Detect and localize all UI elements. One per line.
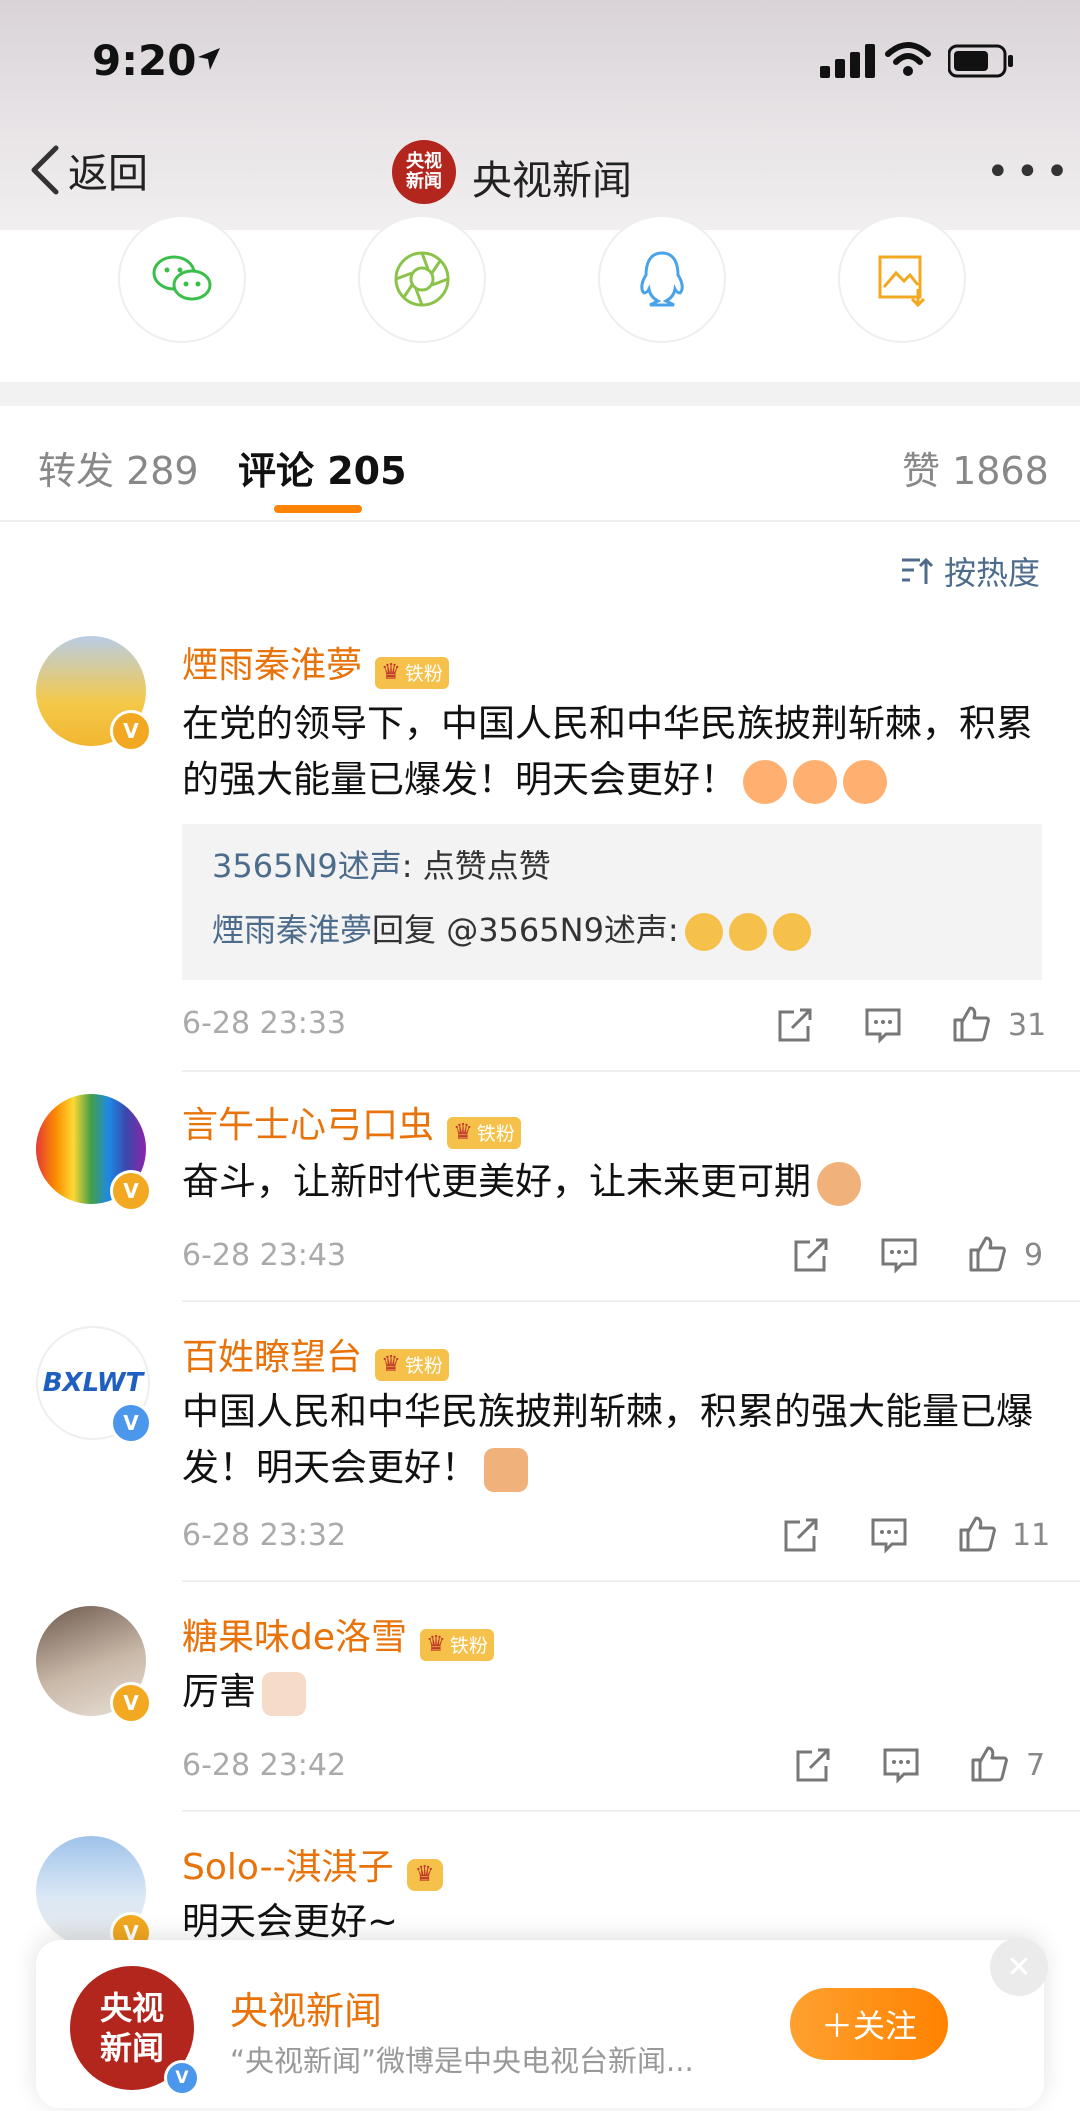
reply-box[interactable]: 3565N9述声: 点赞点赞 煙雨秦淮夢回复 @3565N9述声: — [182, 824, 1042, 980]
emoji-icon — [793, 759, 837, 804]
banner-avatar-text: 央视 新闻 — [99, 1989, 164, 2067]
nav-avatar-text: 央视 新闻 — [406, 151, 442, 192]
comment-divider — [182, 1300, 1080, 1302]
section-separator — [0, 382, 1080, 406]
like-count: 9 — [1024, 1238, 1044, 1273]
like-count: 11 — [1012, 1518, 1051, 1553]
comment-username[interactable]: Solo--淇淇子 — [182, 1847, 394, 1888]
emoji-icon — [772, 913, 811, 951]
reply-line: 煙雨秦淮夢回复 @3565N9述声: — [212, 906, 811, 954]
like-icon[interactable] — [958, 1514, 996, 1552]
nav-avatar[interactable]: 央视 新闻 — [392, 140, 456, 204]
comment-icon[interactable] — [880, 1236, 918, 1274]
fan-badge: ♛ 铁粉 — [375, 656, 449, 689]
verified-badge-icon: V — [110, 1402, 152, 1444]
banner-description: “央视新闻”微博是中央电视台新闻... — [230, 2044, 694, 2078]
signal-icon — [820, 44, 875, 78]
comment-username[interactable]: 糖果味de洛雪 — [182, 1617, 407, 1658]
share-icon[interactable] — [794, 1746, 832, 1784]
crown-icon: ♛ — [406, 1858, 443, 1891]
share-icon[interactable] — [782, 1516, 820, 1554]
comment-time: 6-28 23:43 — [182, 1238, 347, 1273]
crown-icon: ♛ — [453, 1120, 473, 1145]
sort-icon — [902, 557, 934, 584]
comment-text: 奋斗，让新时代更美好，让未来更可期 — [182, 1154, 1052, 1210]
comment-time: 6-28 23:33 — [182, 1006, 347, 1041]
emoji-icon — [684, 913, 723, 951]
close-icon[interactable]: ✕ — [990, 1938, 1048, 1996]
wechat-icon — [152, 255, 212, 301]
fist-emoji-icon — [817, 1161, 861, 1206]
fan-badge: ♛ 铁粉 — [447, 1116, 521, 1149]
avatar-text: BXLWT — [42, 1368, 144, 1398]
fan-badge: ♛ 铁粉 — [420, 1628, 494, 1661]
thumbs-up-emoji-icon — [484, 1447, 528, 1492]
fan-badge: ♛ 铁粉 — [375, 1348, 449, 1381]
comment-username[interactable]: 言午士心弓口虫 — [182, 1105, 434, 1146]
like-icon[interactable] — [952, 1004, 990, 1042]
wifi-icon — [885, 42, 931, 76]
back-chevron-icon — [31, 145, 59, 195]
comment-divider — [182, 1070, 1080, 1072]
save-image-icon — [878, 255, 926, 307]
share-wechat-button[interactable] — [118, 215, 246, 343]
banner-name: 央视新闻 — [230, 1989, 383, 2033]
share-icon[interactable] — [776, 1006, 814, 1044]
comment-text: 在党的领导下，中国人民和中华民族披荆斩棘，积累的强大能量已爆发！明天会更好！ — [182, 696, 1052, 808]
emoji-icon — [743, 759, 787, 804]
sort-button[interactable]: 按热度 — [900, 548, 1040, 594]
location-arrow-icon — [198, 48, 220, 70]
share-icon[interactable] — [792, 1236, 830, 1274]
thumbs-up-emoji-icon — [262, 1671, 306, 1716]
comment-text: 厉害 — [182, 1664, 1042, 1720]
share-qq-button[interactable] — [598, 215, 726, 343]
share-moments-button[interactable] — [358, 215, 486, 343]
tab-active-indicator — [274, 505, 362, 513]
comment-icon[interactable] — [882, 1746, 920, 1784]
tabs-divider — [0, 520, 1080, 522]
save-image-button[interactable] — [838, 215, 966, 343]
page-title: 央视新闻 — [472, 158, 632, 204]
qq-icon — [640, 251, 684, 307]
like-icon[interactable] — [970, 1744, 1008, 1782]
emoji-icon — [728, 913, 767, 951]
verified-badge-icon: V — [164, 2060, 200, 2096]
crown-icon: ♛ — [381, 660, 401, 685]
crown-icon: ♛ — [426, 1632, 446, 1657]
verified-badge-icon: V — [110, 710, 152, 752]
comment-time: 6-28 23:32 — [182, 1518, 347, 1553]
battery-icon — [948, 44, 1013, 78]
emoji-icon — [843, 759, 887, 804]
tab-comments[interactable]: 评论 205 — [238, 440, 407, 495]
more-dots-icon[interactable]: ••• — [986, 152, 1075, 192]
moments-icon — [394, 251, 450, 307]
comment-icon[interactable] — [864, 1006, 902, 1044]
comment-text: 中国人民和中华民族披荆斩棘，积累的强大能量已爆发！明天会更好！ — [182, 1384, 1042, 1496]
tab-repost[interactable]: 转发 289 — [38, 440, 199, 495]
comment-time: 6-28 23:42 — [182, 1748, 347, 1783]
verified-badge-icon: V — [110, 1170, 152, 1212]
back-button[interactable]: 返回 — [28, 140, 148, 200]
comment-username[interactable]: 煙雨秦淮夢 — [182, 645, 362, 686]
like-count: 7 — [1026, 1748, 1046, 1783]
comment-divider — [182, 1810, 1080, 1812]
follow-button[interactable]: ＋关注 — [790, 1988, 948, 2060]
comment-icon[interactable] — [870, 1516, 908, 1554]
verified-badge-icon: V — [110, 1682, 152, 1724]
tab-likes[interactable]: 赞 1868 — [902, 440, 1049, 495]
status-time: 9:20 — [92, 36, 197, 85]
comment-divider — [182, 1580, 1080, 1582]
follow-banner[interactable]: 央视 新闻 V 央视新闻 “央视新闻”微博是中央电视台新闻... ＋关注 — [36, 1940, 1044, 2108]
like-icon[interactable] — [968, 1234, 1006, 1272]
like-count: 31 — [1008, 1008, 1047, 1043]
comment-username[interactable]: 百姓瞭望台 — [182, 1337, 362, 1378]
crown-icon: ♛ — [381, 1352, 401, 1377]
sort-label: 按热度 — [944, 554, 1041, 592]
reply-line: 3565N9述声: 点赞点赞 — [212, 847, 551, 885]
back-label: 返回 — [68, 151, 148, 197]
